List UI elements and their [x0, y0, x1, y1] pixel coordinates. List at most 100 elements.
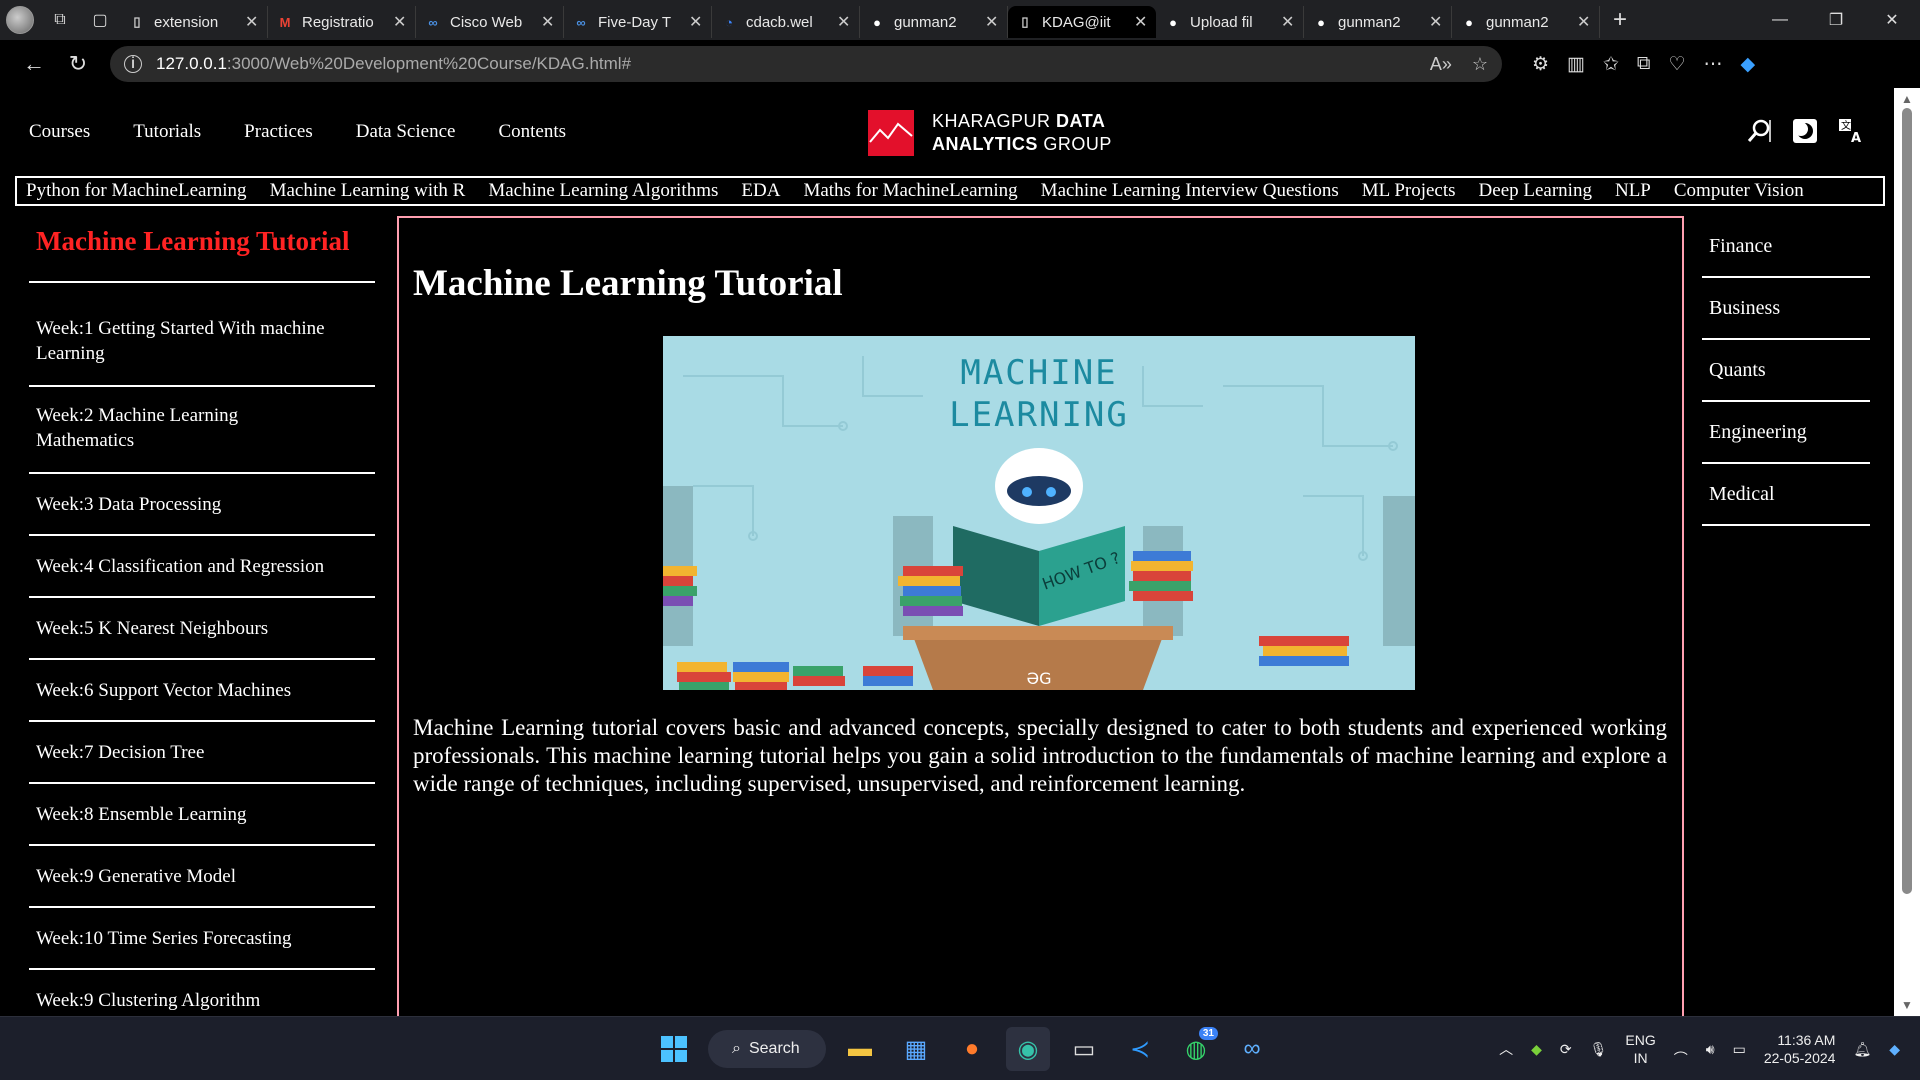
search-icon[interactable] [1746, 118, 1772, 144]
wifi-icon[interactable]: ︵ [1674, 1039, 1688, 1059]
browser-tab[interactable]: ∞ Five-Day T ✕ [564, 6, 712, 38]
nav-link-tutorials[interactable]: Tutorials [133, 121, 201, 143]
browser-tab[interactable]: ● gunman2 ✕ [1452, 6, 1600, 38]
browser-tab[interactable]: ▯ extension ✕ [120, 6, 268, 38]
dark-mode-icon[interactable] [1792, 118, 1818, 144]
vscode-icon[interactable]: ≺ [1118, 1027, 1162, 1071]
split-screen-icon[interactable]: ▥ [1567, 53, 1585, 76]
translate-icon[interactable]: 文A [1838, 118, 1864, 144]
sidebar-week-item[interactable]: Week:4 Classification and Regression [29, 536, 375, 598]
battery-icon[interactable]: ▭ [1733, 1041, 1746, 1058]
tab-close-icon[interactable]: ✕ [1281, 12, 1295, 32]
favorites-icon[interactable]: ✩ [1603, 53, 1619, 76]
browser-tab[interactable]: ● Upload fil ✕ [1156, 6, 1304, 38]
store-icon[interactable]: ▦ [894, 1027, 938, 1071]
edge-icon[interactable]: ◉ [1006, 1027, 1050, 1071]
scroll-down-icon[interactable]: ▼ [1901, 998, 1913, 1012]
taskbar-search[interactable]: ⌕ Search [708, 1030, 826, 1068]
collections-icon[interactable]: ⧉ [1637, 53, 1651, 76]
new-tab-button[interactable]: + [1600, 0, 1640, 40]
subnav-link[interactable]: Machine Learning with R [270, 180, 466, 202]
right-sidebar-item-quants[interactable]: Quants [1702, 340, 1870, 402]
sidebar-week-item[interactable]: Week:8 Ensemble Learning [29, 784, 375, 846]
subnav-link[interactable]: EDA [741, 180, 780, 202]
favorite-star-icon[interactable]: ☆ [1472, 54, 1488, 75]
minimize-button[interactable]: — [1752, 0, 1808, 40]
tab-close-icon[interactable]: ✕ [1134, 12, 1148, 32]
tab-close-icon[interactable]: ✕ [393, 12, 407, 32]
browser-tab[interactable]: ▯ KDAG@iit ✕ [1008, 6, 1156, 38]
sidebar-week-item[interactable]: Week:3 Data Processing [29, 474, 375, 536]
webex-taskbar-icon[interactable]: ∞ [1230, 1027, 1274, 1071]
right-sidebar-item-business[interactable]: Business [1702, 278, 1870, 340]
nav-link-courses[interactable]: Courses [29, 121, 90, 143]
subnav-link[interactable]: NLP [1615, 180, 1651, 202]
copilot-icon[interactable]: ◆ [1741, 53, 1756, 76]
sidebar-week-item[interactable]: Week:9 Clustering Algorithm [29, 970, 375, 1016]
refresh-icon[interactable]: ↻ [56, 44, 100, 84]
tab-close-icon[interactable]: ✕ [1577, 12, 1591, 32]
start-menu-icon[interactable] [652, 1027, 696, 1071]
file-explorer-icon[interactable]: ▬ [838, 1027, 882, 1071]
nav-link-contents[interactable]: Contents [498, 121, 566, 143]
sidebar-week-item[interactable]: Week:7 Decision Tree [29, 722, 375, 784]
sidebar-week-item[interactable]: Week:2 Machine Learning Mathematics [29, 387, 375, 474]
right-sidebar-item-engineering[interactable]: Engineering [1702, 402, 1870, 464]
sidebar-week-item[interactable]: Week:1 Getting Started With machine Learn… [29, 300, 375, 387]
volume-icon[interactable]: 🔊︎ [1706, 1041, 1715, 1058]
close-window-button[interactable]: ✕ [1864, 0, 1920, 40]
scrollbar-thumb[interactable] [1902, 108, 1912, 894]
whatsapp-icon[interactable]: ◍ 31 [1174, 1027, 1218, 1071]
browser-tab[interactable]: ● gunman2 ✕ [860, 6, 1008, 38]
nvidia-icon[interactable]: ◆ [1531, 1041, 1542, 1058]
subnav-link[interactable]: Machine Learning Algorithms [488, 180, 718, 202]
subnav-link[interactable]: Maths for MachineLearning [803, 180, 1017, 202]
nav-link-data-science[interactable]: Data Science [356, 121, 456, 143]
terminal-icon[interactable]: ▭ [1062, 1027, 1106, 1071]
language-indicator[interactable]: ENG IN [1625, 1031, 1655, 1067]
tab-close-icon[interactable]: ✕ [689, 12, 703, 32]
notification-bell-icon[interactable]: 🔔︎ [1853, 1041, 1871, 1058]
clock[interactable]: 11:36 AM 22-05-2024 [1764, 1031, 1836, 1067]
subnav-link[interactable]: ML Projects [1362, 180, 1456, 202]
sidebar-title[interactable]: Machine Learning Tutorial [29, 216, 375, 283]
nav-link-practices[interactable]: Practices [244, 121, 313, 143]
restore-button[interactable]: ❐ [1808, 0, 1864, 40]
subnav-link[interactable]: Deep Learning [1479, 180, 1592, 202]
microphone-icon[interactable]: 🎙︎ [1590, 1041, 1608, 1058]
workspaces-icon[interactable]: ⧉ [40, 0, 80, 40]
firefox-icon[interactable]: ● [950, 1027, 994, 1071]
browser-essentials-icon[interactable]: ♡ [1669, 53, 1686, 76]
extensions-icon[interactable]: ⚙ [1532, 53, 1549, 76]
scroll-up-icon[interactable]: ▲ [1901, 92, 1913, 106]
tab-close-icon[interactable]: ✕ [245, 12, 259, 32]
show-hidden-icons-chevron-icon[interactable]: ︿ [1499, 1039, 1513, 1059]
browser-tab[interactable]: ◔ cdacb.wel ✕ [712, 6, 860, 38]
browser-tab[interactable]: ∞ Cisco Web ✕ [416, 6, 564, 38]
profile-button[interactable] [0, 0, 40, 40]
tab-close-icon[interactable]: ✕ [541, 12, 555, 32]
sidebar-week-item[interactable]: Week:5 K Nearest Neighbours [29, 598, 375, 660]
sidebar-week-item[interactable]: Week:10 Time Series Forecasting [29, 908, 375, 970]
tab-close-icon[interactable]: ✕ [985, 12, 999, 32]
tab-close-icon[interactable]: ✕ [837, 12, 851, 32]
site-info-icon[interactable]: i [124, 55, 142, 73]
subnav-link[interactable]: Python for MachineLearning [26, 180, 247, 202]
tab-actions-icon[interactable]: ▢ [80, 0, 120, 40]
more-menu-icon[interactable]: ⋯ [1704, 53, 1723, 76]
subnav-link[interactable]: Machine Learning Interview Questions [1041, 180, 1339, 202]
tab-close-icon[interactable]: ✕ [1429, 12, 1443, 32]
sidebar-week-item[interactable]: Week:6 Support Vector Machines [29, 660, 375, 722]
browser-tab[interactable]: ● gunman2 ✕ [1304, 6, 1452, 38]
sidebar-week-item[interactable]: Week:9 Generative Model [29, 846, 375, 908]
browser-tab[interactable]: M Registratio ✕ [268, 6, 416, 38]
read-aloud-icon[interactable]: A» [1430, 54, 1452, 75]
brand[interactable]: KHARAGPUR DATA ANALYTICS GROUP [868, 110, 1112, 156]
back-arrow-icon[interactable]: ← [12, 44, 56, 84]
copilot-taskbar-icon[interactable]: ◆ [1889, 1041, 1900, 1058]
subnav-link[interactable]: Computer Vision [1674, 180, 1804, 202]
page-scrollbar[interactable]: ▲ ▼ [1894, 88, 1920, 1016]
right-sidebar-item-medical[interactable]: Medical [1702, 464, 1870, 526]
url-bar[interactable]: i 127.0.0.1:3000/Web%20Development%20Cou… [110, 46, 1502, 82]
right-sidebar-item-finance[interactable]: Finance [1702, 216, 1870, 278]
